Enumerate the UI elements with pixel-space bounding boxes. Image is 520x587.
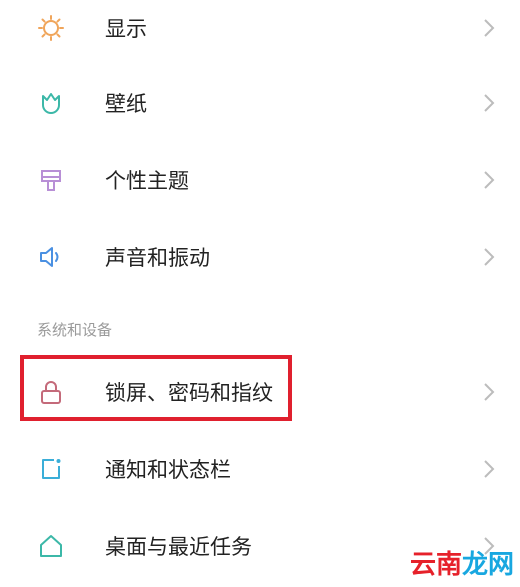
watermark-char: 网 xyxy=(487,550,514,580)
section-header-system: 系统和设备 xyxy=(37,321,113,339)
chevron-right-icon xyxy=(482,381,496,403)
chevron-right-icon xyxy=(482,458,496,480)
settings-item-label: 个性主题 xyxy=(105,169,189,193)
settings-item-label: 显示 xyxy=(105,17,147,41)
settings-item-label: 通知和状态栏 xyxy=(105,458,231,482)
settings-item-wallpaper[interactable]: 壁纸 xyxy=(0,75,520,131)
settings-item-label: 桌面与最近任务 xyxy=(105,535,252,559)
settings-item-label: 声音和振动 xyxy=(105,246,210,270)
watermark-char: 南 xyxy=(435,550,462,580)
notification-icon xyxy=(36,454,66,484)
speaker-icon xyxy=(36,242,66,272)
chevron-right-icon xyxy=(482,169,496,191)
chevron-right-icon xyxy=(482,92,496,114)
settings-item-label: 壁纸 xyxy=(105,92,147,116)
watermark: 云南龙网 xyxy=(410,544,514,581)
brush-icon xyxy=(36,165,66,195)
settings-item-notifications[interactable]: 通知和状态栏 xyxy=(0,441,520,497)
settings-item-display[interactable]: 显示 xyxy=(0,0,520,56)
chevron-right-icon xyxy=(482,246,496,268)
settings-item-theme[interactable]: 个性主题 xyxy=(0,152,520,208)
chevron-right-icon xyxy=(482,17,496,39)
tulip-icon xyxy=(36,88,66,118)
settings-item-sound[interactable]: 声音和振动 xyxy=(0,229,520,285)
watermark-char: 云 xyxy=(409,550,436,580)
watermark-char: 龙 xyxy=(461,550,488,580)
sun-icon xyxy=(36,13,66,43)
highlight-box xyxy=(20,355,292,421)
home-icon xyxy=(36,531,66,561)
